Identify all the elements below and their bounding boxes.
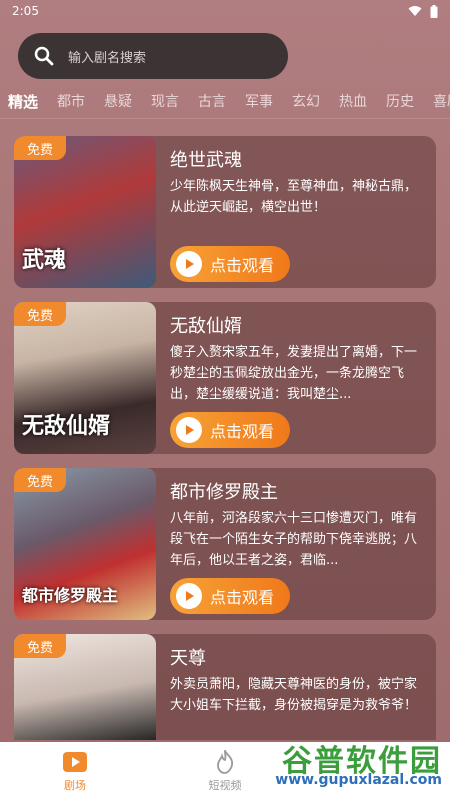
play-icon xyxy=(176,583,202,609)
tab-history[interactable]: 历史 xyxy=(386,91,414,111)
drama-title[interactable]: 无敌仙婿 xyxy=(170,312,242,338)
drama-card[interactable]: 免费 无敌仙婿 无敌仙婿 傻子入赘宋家五年，发妻提出了离婚，下一秒楚尘的玉佩绽放… xyxy=(14,302,436,454)
drama-description: 少年陈枫天生神骨，至尊神血，神秘古鼎，从此逆天崛起，横空出世！ xyxy=(170,179,418,215)
poster-title-art: 都市修罗殿主 xyxy=(22,586,119,605)
watch-button[interactable]: 点击观看 xyxy=(170,578,290,614)
status-icons xyxy=(408,4,438,18)
wifi-icon xyxy=(408,6,422,16)
theater-icon xyxy=(63,751,87,772)
tab-action[interactable]: 热血 xyxy=(339,91,367,111)
status-bar: 2:05 xyxy=(0,0,450,22)
drama-card[interactable]: 免费 武魂 绝世武魂 少年陈枫天生神骨，至尊神血，神秘古鼎，从此逆天崛起，横空出… xyxy=(14,136,436,288)
free-badge: 免费 xyxy=(14,302,66,326)
drama-description: 外卖员萧阳，隐藏天尊神医的身份，被宁家大小姐车下拦截，身份被揭穿是为救爷爷！ xyxy=(170,677,418,713)
tab-suspense[interactable]: 悬疑 xyxy=(104,91,132,111)
play-icon xyxy=(176,251,202,277)
drama-description: 八年前，河洛段家六十三口惨遭灭门，唯有段飞在一个陌生女子的帮助下侥幸逃脱；八年后… xyxy=(170,511,418,568)
search-icon xyxy=(34,46,54,66)
drama-card[interactable]: 免费 天尊 外卖员萧阳，隐藏天尊神医的身份，被宁家大小姐车下拦截，身份被揭穿是为… xyxy=(14,634,436,740)
free-badge: 免费 xyxy=(14,136,66,160)
tab-urban[interactable]: 都市 xyxy=(57,91,85,111)
drama-poster[interactable]: 免费 都市修罗殿主 xyxy=(14,468,156,620)
watch-button-label: 点击观看 xyxy=(210,588,275,607)
watch-button-label: 点击观看 xyxy=(210,422,275,441)
drama-poster[interactable]: 免费 武魂 xyxy=(14,136,156,288)
watermark-url: www.gupuxlazal.com xyxy=(275,772,442,788)
tab-military[interactable]: 军事 xyxy=(245,91,273,111)
drama-list[interactable]: 免费 武魂 绝世武魂 少年陈枫天生神骨，至尊神血，神秘古鼎，从此逆天崛起，横空出… xyxy=(0,120,450,740)
drama-title[interactable]: 都市修罗殿主 xyxy=(170,478,278,504)
watch-button[interactable]: 点击观看 xyxy=(170,246,290,282)
poster-title-art: 无敌仙婿 xyxy=(22,414,111,439)
tab-ancient-romance[interactable]: 古言 xyxy=(198,91,226,111)
search-input[interactable]: 输入剧名搜索 xyxy=(18,33,288,79)
tab-featured[interactable]: 精选 xyxy=(8,91,38,112)
category-tabs: 精选 都市 悬疑 现言 古言 军事 玄幻 热血 历史 喜剧 xyxy=(0,88,450,114)
drama-description: 傻子入赘宋家五年，发妻提出了离婚，下一秒楚尘的玉佩绽放出金光，一条龙腾空飞出，楚… xyxy=(170,345,418,402)
tab-modern-romance[interactable]: 现言 xyxy=(151,91,179,111)
status-time: 2:05 xyxy=(12,4,39,18)
nav-short-video-label: 短视频 xyxy=(208,778,242,792)
search-placeholder: 输入剧名搜索 xyxy=(68,50,147,66)
battery-icon xyxy=(430,4,438,18)
drama-poster[interactable]: 免费 xyxy=(14,634,156,740)
site-watermark: 谷普软件园 www.gupuxlazal.com xyxy=(244,736,444,792)
drama-card[interactable]: 免费 都市修罗殿主 都市修罗殿主 八年前，河洛段家六十三口惨遭灭门，唯有段飞在一… xyxy=(14,468,436,620)
nav-theater-label: 剧场 xyxy=(64,778,86,792)
watch-button[interactable]: 点击观看 xyxy=(170,412,290,448)
play-icon xyxy=(176,417,202,443)
watch-button-label: 点击观看 xyxy=(210,256,275,275)
flame-icon xyxy=(217,749,234,774)
drama-poster[interactable]: 免费 无敌仙婿 xyxy=(14,302,156,454)
tab-fantasy[interactable]: 玄幻 xyxy=(292,91,320,111)
nav-theater[interactable]: 剧场 xyxy=(0,742,150,800)
drama-title[interactable]: 天尊 xyxy=(170,644,206,670)
tab-comedy[interactable]: 喜剧 xyxy=(433,91,450,111)
tabs-divider xyxy=(0,118,450,119)
poster-title-art: 武魂 xyxy=(22,248,67,273)
drama-title[interactable]: 绝世武魂 xyxy=(170,146,242,172)
free-badge: 免费 xyxy=(14,634,66,658)
free-badge: 免费 xyxy=(14,468,66,492)
